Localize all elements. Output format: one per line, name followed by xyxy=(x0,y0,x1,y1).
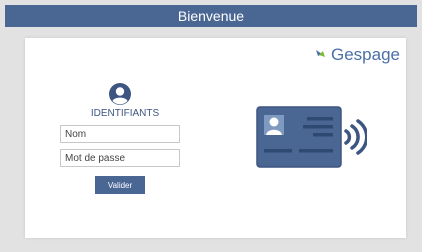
page-title: Bienvenue xyxy=(177,8,245,24)
brand-logo: Gespage xyxy=(313,44,400,66)
section-title: IDENTIFIANTS xyxy=(90,108,160,119)
title-bar: Bienvenue xyxy=(5,5,417,27)
gespage-logo-icon xyxy=(316,50,325,57)
id-card-contactless-icon xyxy=(256,106,367,168)
login-card: Gespage IDENTIFIANTS Valider xyxy=(25,38,406,238)
password-input[interactable] xyxy=(60,149,180,167)
submit-button[interactable]: Valider xyxy=(95,176,145,194)
brand-name: Gespage xyxy=(331,45,400,64)
user-circle-icon xyxy=(109,83,131,105)
name-input[interactable] xyxy=(60,125,180,143)
